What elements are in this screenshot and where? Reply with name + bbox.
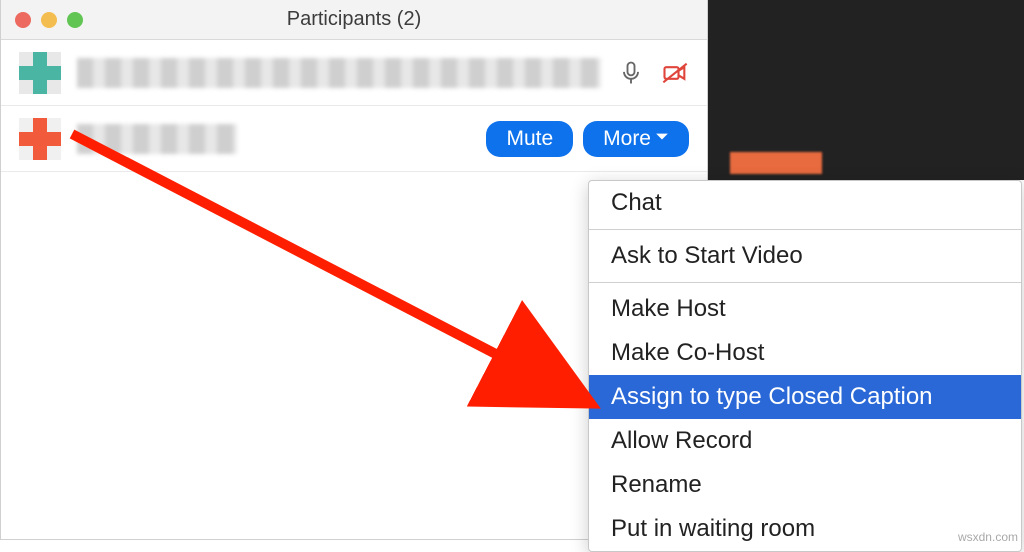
menu-item-make-host[interactable]: Make Host <box>589 287 1021 331</box>
chevron-down-icon <box>655 129 669 148</box>
window-title: Participants (2) <box>1 8 707 31</box>
menu-item-rename[interactable]: Rename <box>589 463 1021 507</box>
participant-row[interactable]: Mute More <box>1 106 707 172</box>
participant-context-menu: Chat Ask to Start Video Make Host Make C… <box>588 180 1022 552</box>
menu-separator <box>589 282 1021 283</box>
menu-item-label: Assign to type Closed Caption <box>611 383 933 410</box>
menu-item-ask-start-video[interactable]: Ask to Start Video <box>589 234 1021 278</box>
camera-off-icon <box>661 59 689 87</box>
menu-item-label: Make Co-Host <box>611 339 764 366</box>
avatar <box>19 52 61 94</box>
window-controls <box>1 12 83 28</box>
menu-separator <box>589 229 1021 230</box>
mute-button[interactable]: Mute <box>486 121 573 157</box>
minimize-button[interactable] <box>41 12 57 28</box>
maximize-button[interactable] <box>67 12 83 28</box>
avatar <box>19 118 61 160</box>
menu-item-chat[interactable]: Chat <box>589 181 1021 225</box>
menu-item-label: Rename <box>611 471 702 498</box>
background-orange-accent <box>730 152 822 174</box>
menu-item-label: Chat <box>611 189 662 216</box>
menu-item-label: Put in waiting room <box>611 515 815 542</box>
participant-name-redacted <box>77 124 237 154</box>
menu-item-label: Make Host <box>611 295 726 322</box>
menu-item-assign-closed-caption[interactable]: Assign to type Closed Caption <box>589 375 1021 419</box>
watermark: wsxdn.com <box>958 530 1018 544</box>
more-button-label: More <box>603 127 651 151</box>
participant-name-redacted <box>77 58 601 88</box>
menu-item-make-co-host[interactable]: Make Co-Host <box>589 331 1021 375</box>
participant-row[interactable] <box>1 40 707 106</box>
close-button[interactable] <box>15 12 31 28</box>
menu-item-waiting-room[interactable]: Put in waiting room <box>589 507 1021 551</box>
menu-item-allow-record[interactable]: Allow Record <box>589 419 1021 463</box>
more-button[interactable]: More <box>583 121 689 157</box>
microphone-icon <box>617 59 645 87</box>
menu-item-label: Allow Record <box>611 427 752 454</box>
titlebar: Participants (2) <box>1 0 707 40</box>
menu-item-label: Ask to Start Video <box>611 242 803 269</box>
mute-button-label: Mute <box>506 127 553 151</box>
